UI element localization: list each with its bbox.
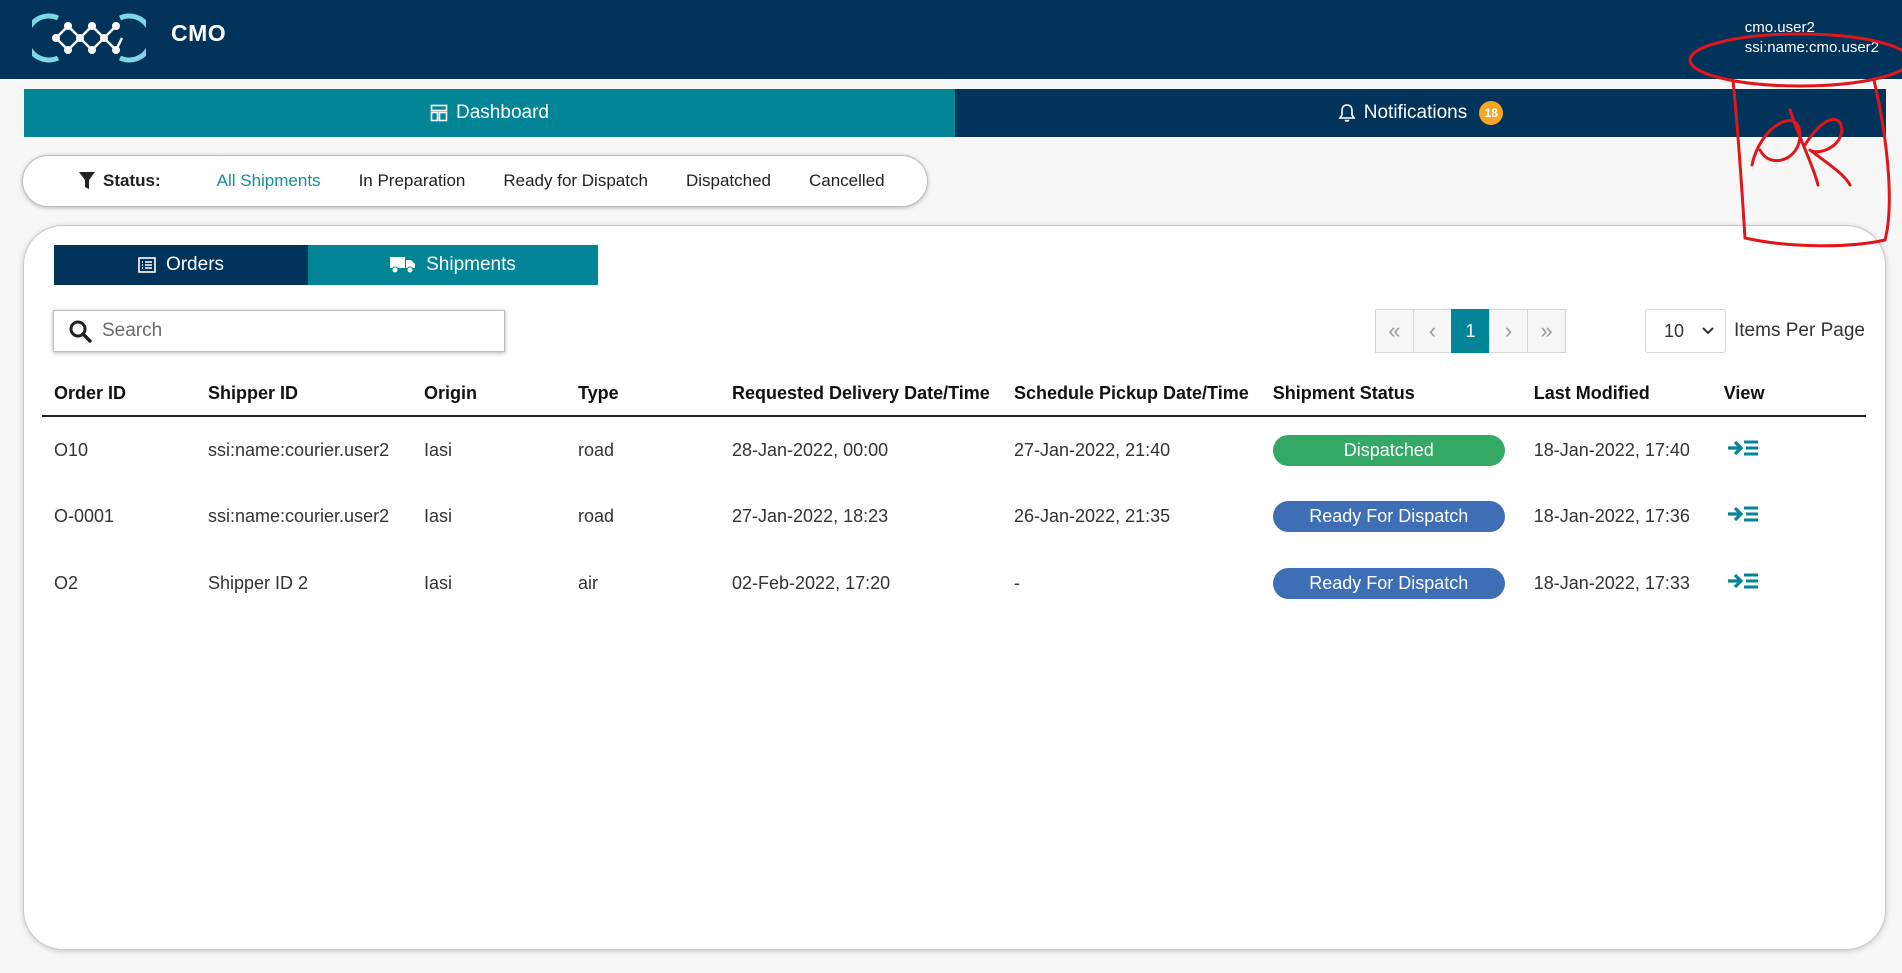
cell-schedule-pickup: - <box>1014 573 1020 593</box>
status-option-dispatched[interactable]: Dispatched <box>686 171 771 191</box>
table-row: O2 Shipper ID 2 Iasi air 02-Feb-2022, 17… <box>42 550 1866 617</box>
cell-order-id: O-0001 <box>54 506 115 526</box>
cell-view <box>1712 483 1866 550</box>
table-header-row: Order ID Shipper ID Origin Type Requeste… <box>42 372 1866 417</box>
cell-shipment-status: Ready For Dispatch <box>1261 483 1522 550</box>
dashboard-icon <box>430 104 448 122</box>
cell-shipper-id: Shipper ID 2 <box>208 573 309 593</box>
status-option-cancelled[interactable]: Cancelled <box>809 171 885 191</box>
tab-orders-label: Orders <box>165 254 225 275</box>
status-badge: Ready For Dispatch <box>1272 568 1505 599</box>
cell-schedule-pickup: 26-Jan-2022, 21:35 <box>1014 506 1171 526</box>
user-ssi: ssi:name:cmo.user2 <box>1744 39 1879 56</box>
status-filter-label: Status: <box>79 171 161 191</box>
sub-tabs: Orders Shipments <box>54 245 598 285</box>
cell-shipper-id: ssi:name:courier.user2 <box>208 439 390 460</box>
cell-last-modified: 18-Jan-2022, 17:36 <box>1533 506 1690 526</box>
user-info[interactable]: cmo.user2 ssi:name:cmo.user2 <box>1745 18 1879 58</box>
cell-last-modified: 18-Jan-2022, 17:40 <box>1533 439 1690 460</box>
cell-shipment-status: Ready For Dispatch <box>1261 550 1522 617</box>
top-header: CMO cmo.user2 ssi:name:cmo.user2 <box>0 0 1902 79</box>
page-last-button[interactable]: » <box>1527 309 1566 353</box>
search-input[interactable] <box>102 320 482 342</box>
arrow-list-icon[interactable] <box>1726 569 1760 593</box>
status-filter-bar: Status: All Shipments In Preparation Rea… <box>22 155 928 207</box>
cell-type: road <box>578 506 615 526</box>
items-per-page-label: Items Per Page <box>1734 320 1865 341</box>
col-view: View <box>1711 372 1866 417</box>
col-type[interactable]: Type <box>566 372 720 417</box>
bell-icon <box>1338 104 1356 122</box>
status-option-in-preparation[interactable]: In Preparation <box>359 171 466 191</box>
status-option-ready-for-dispatch[interactable]: Ready for Dispatch <box>503 171 648 191</box>
col-requested-delivery[interactable]: Requested Delivery Date/Time <box>720 372 1002 417</box>
cell-requested-delivery: 28-Jan-2022, 00:00 <box>732 439 889 460</box>
page-first-button[interactable]: « <box>1375 309 1414 353</box>
tab-orders[interactable]: Orders <box>54 245 308 285</box>
search-icon <box>69 320 92 343</box>
cell-order-id: O2 <box>54 573 79 593</box>
cell-requested-delivery: 27-Jan-2022, 18:23 <box>732 506 889 526</box>
cell-shipment-status: Dispatched <box>1261 416 1522 483</box>
page-prev-button[interactable]: ‹ <box>1413 309 1452 353</box>
filter-icon <box>79 172 95 189</box>
tab-shipments[interactable]: Shipments <box>308 245 598 285</box>
col-schedule-pickup[interactable]: Schedule Pickup Date/Time <box>1002 372 1261 417</box>
cell-origin: Iasi <box>424 573 453 593</box>
cell-type: road <box>578 439 615 460</box>
cmo-logo[interactable] <box>32 12 146 64</box>
cell-order-id: O10 <box>54 439 89 460</box>
cell-last-modified: 18-Jan-2022, 17:33 <box>1533 573 1690 593</box>
chevron-down-icon <box>1702 327 1714 335</box>
tab-dashboard[interactable]: Dashboard <box>24 89 955 137</box>
arrow-list-icon[interactable] <box>1726 436 1760 460</box>
main-nav: Dashboard Notifications 18 <box>24 89 1886 137</box>
pagination: « ‹ 1 › » <box>1375 309 1566 353</box>
tab-shipments-label: Shipments <box>426 254 516 275</box>
cell-requested-delivery: 02-Feb-2022, 17:20 <box>732 573 891 593</box>
app-title: CMO <box>171 20 227 46</box>
items-per-page-value: 10 <box>1664 320 1685 341</box>
col-shipper-id[interactable]: Shipper ID <box>196 372 412 417</box>
tab-dashboard-label: Dashboard <box>456 102 549 123</box>
col-origin[interactable]: Origin <box>412 372 566 417</box>
page-current-button[interactable]: 1 <box>1451 309 1490 353</box>
status-badge: Ready For Dispatch <box>1272 501 1505 532</box>
content-card: Orders Shipments « ‹ 1 › » 10 <box>23 225 1886 950</box>
cell-schedule-pickup: 27-Jan-2022, 21:40 <box>1014 439 1171 460</box>
tab-notifications[interactable]: Notifications 18 <box>955 89 1886 137</box>
table-row: O10 ssi:name:courier.user2 Iasi road 28-… <box>42 416 1866 483</box>
items-per-page: 10 Items Per Page <box>1645 309 1865 353</box>
col-order-id[interactable]: Order ID <box>42 372 196 417</box>
cell-view <box>1712 416 1866 483</box>
shipments-table: Order ID Shipper ID Origin Type Requeste… <box>42 372 1866 617</box>
cell-shipper-id: ssi:name:courier.user2 <box>208 506 390 526</box>
tab-notifications-label: Notifications <box>1363 102 1468 123</box>
cell-type: air <box>578 573 599 593</box>
status-badge: Dispatched <box>1272 434 1505 466</box>
cell-origin: Iasi <box>424 506 453 526</box>
page-next-button[interactable]: › <box>1489 309 1528 353</box>
notifications-count-badge: 18 <box>1479 101 1504 125</box>
list-icon <box>138 257 156 273</box>
status-option-all-shipments[interactable]: All Shipments <box>217 171 321 191</box>
cell-view <box>1712 550 1866 617</box>
arrow-list-icon[interactable] <box>1726 502 1760 526</box>
col-shipment-status[interactable]: Shipment Status <box>1260 372 1522 417</box>
cell-origin: Iasi <box>424 439 453 460</box>
items-per-page-select[interactable]: 10 <box>1645 309 1726 353</box>
table-row: O-0001 ssi:name:courier.user2 Iasi road … <box>42 483 1866 550</box>
status-label-text: Status: <box>103 171 161 190</box>
truck-icon <box>390 257 416 274</box>
col-last-modified[interactable]: Last Modified <box>1521 372 1712 417</box>
search-box <box>53 310 505 352</box>
user-name: cmo.user2 <box>1744 19 1815 36</box>
